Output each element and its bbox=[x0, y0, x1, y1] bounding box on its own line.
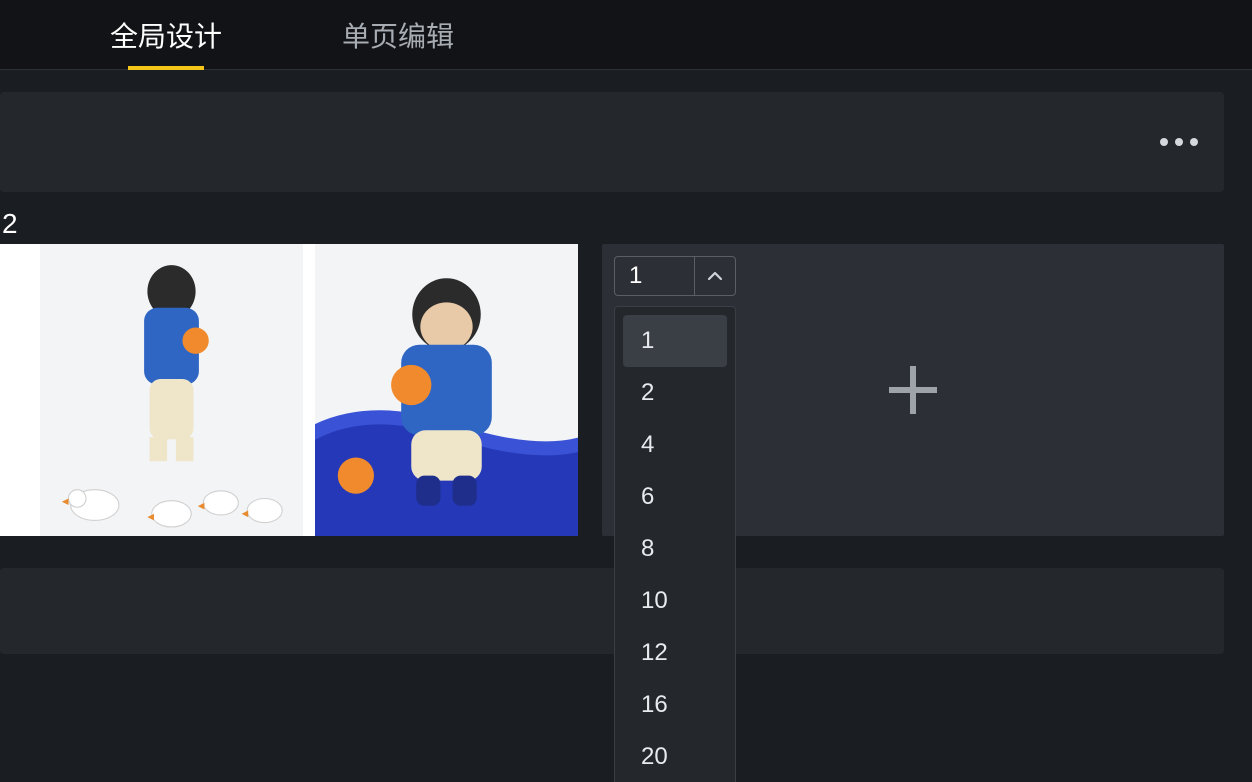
add-photo-slot[interactable]: 1 1246810121620 bbox=[602, 244, 1224, 536]
more-icon bbox=[1175, 138, 1183, 146]
tab-single-page-edit[interactable]: 单页编辑 bbox=[342, 0, 454, 70]
count-option[interactable]: 16 bbox=[623, 679, 727, 731]
tab-global-design[interactable]: 全局设计 bbox=[110, 0, 222, 70]
count-dropdown: 1246810121620 bbox=[614, 306, 736, 782]
tab-bar: 全局设计 单页编辑 bbox=[0, 0, 1252, 70]
more-icon bbox=[1190, 138, 1198, 146]
more-icon bbox=[1160, 138, 1168, 146]
count-select-value: 1 bbox=[615, 257, 695, 295]
count-option[interactable]: 6 bbox=[623, 471, 727, 523]
photo-slot-margin bbox=[0, 244, 40, 536]
count-option[interactable]: 8 bbox=[623, 523, 727, 575]
section-number-label: 2 bbox=[2, 208, 1252, 240]
plus-icon bbox=[889, 366, 937, 414]
count-option[interactable]: 4 bbox=[623, 419, 727, 471]
count-option[interactable]: 2 bbox=[623, 367, 727, 419]
count-option[interactable]: 1 bbox=[623, 315, 727, 367]
count-select-wrap: 1 1246810121620 bbox=[614, 256, 736, 296]
photo-slot[interactable] bbox=[0, 244, 578, 536]
count-select[interactable]: 1 bbox=[614, 256, 736, 296]
count-option[interactable]: 20 bbox=[623, 731, 727, 782]
top-panel bbox=[0, 92, 1224, 192]
photo-thumbnail[interactable] bbox=[40, 244, 303, 536]
count-option[interactable]: 12 bbox=[623, 627, 727, 679]
chevron-up-icon bbox=[695, 257, 735, 295]
content-row: 1 1246810121620 bbox=[0, 244, 1224, 536]
bottom-panel bbox=[0, 568, 1224, 654]
photo-thumbnail[interactable] bbox=[315, 244, 578, 536]
more-menu-button[interactable] bbox=[1160, 138, 1198, 146]
count-option[interactable]: 10 bbox=[623, 575, 727, 627]
